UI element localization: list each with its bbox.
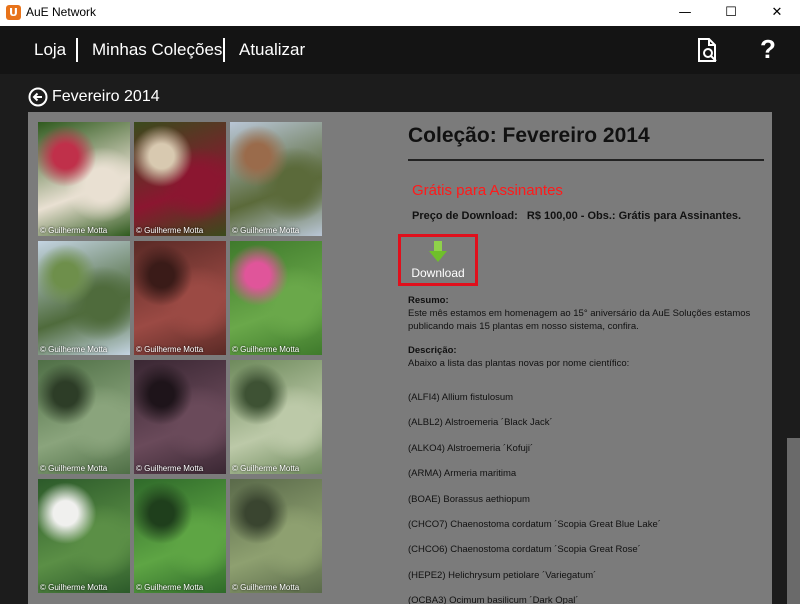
nav-separator bbox=[223, 38, 225, 62]
plant-list-item: (ARMA) Armeria maritima bbox=[408, 468, 517, 480]
photo-credit: © Guilherme Motta bbox=[136, 226, 204, 235]
photo-credit: © Guilherme Motta bbox=[40, 583, 108, 592]
thumb-basil-dark[interactable]: © Guilherme Motta bbox=[134, 360, 226, 474]
thumb-white-blossoms[interactable]: © Guilherme Motta bbox=[38, 479, 130, 593]
thumb-green-ground[interactable]: © Guilherme Motta bbox=[134, 479, 226, 593]
nav-separator bbox=[76, 38, 78, 62]
plant-list-item: (ALBL2) Alstroemeria ´Black Jack´ bbox=[408, 417, 553, 429]
close-icon[interactable]: ✕ bbox=[754, 0, 800, 26]
window-title: AuE Network bbox=[26, 5, 97, 19]
photo-credit: © Guilherme Motta bbox=[136, 464, 204, 473]
description-heading: Descrição: bbox=[408, 345, 457, 356]
download-label: Download bbox=[411, 266, 465, 280]
photo-credit: © Guilherme Motta bbox=[40, 226, 108, 235]
thumb-sage-green[interactable]: © Guilherme Motta bbox=[38, 360, 130, 474]
photo-credit: © Guilherme Motta bbox=[232, 226, 300, 235]
summary-text: Este mês estamos em homenagem ao 15° ani… bbox=[408, 308, 751, 332]
scrollbar-thumb[interactable] bbox=[787, 438, 800, 604]
maximize-icon[interactable]: ☐ bbox=[708, 0, 754, 26]
price-value: R$ 100,00 - Obs.: Grátis para Assinantes… bbox=[526, 210, 742, 222]
price-label: Preço de Download: bbox=[412, 210, 518, 222]
free-for-subscribers-label: Grátis para Assinantes bbox=[412, 182, 563, 199]
back-arrow-icon[interactable] bbox=[28, 87, 48, 111]
plant-list-item: (BOAE) Borassus aethiopum bbox=[408, 493, 530, 505]
nav-loja[interactable]: Loja bbox=[34, 40, 66, 60]
collection-title: Coleção: Fevereiro 2014 bbox=[408, 124, 650, 147]
photo-credit: © Guilherme Motta bbox=[40, 345, 108, 354]
download-arrow-icon bbox=[429, 241, 447, 267]
nav-minhas-colecoes[interactable]: Minhas Coleções bbox=[92, 40, 222, 60]
photo-credit: © Guilherme Motta bbox=[40, 464, 108, 473]
photo-credit: © Guilherme Motta bbox=[232, 345, 300, 354]
plant-list-item: (OCBA3) Ocimum basilicum ´Dark Opal´ bbox=[408, 595, 579, 604]
collection-info: Coleção: Fevereiro 2014 Grátis para Assi… bbox=[398, 122, 768, 604]
window-titlebar: U AuE Network — ☐ ✕ bbox=[0, 0, 800, 26]
plant-list-item: (CHCO6) Chaenostoma cordatum ´Scopia Gre… bbox=[408, 544, 641, 556]
description-section: Descrição: Abaixo a lista das plantas no… bbox=[408, 344, 764, 370]
document-search-icon[interactable] bbox=[696, 37, 720, 67]
photo-credit: © Guilherme Motta bbox=[232, 464, 300, 473]
top-navigation: Loja Minhas Coleções Atualizar ? bbox=[0, 26, 800, 74]
aue-logo-icon: U bbox=[6, 5, 21, 20]
thumb-alstroemeria-white[interactable]: © Guilherme Motta bbox=[38, 122, 130, 236]
summary-heading: Resumo: bbox=[408, 295, 449, 306]
photo-credit: © Guilherme Motta bbox=[232, 583, 300, 592]
main-content: Fevereiro 2014 © Guilherme Motta © Guilhe… bbox=[0, 74, 800, 604]
plant-list-item: (CHCO7) Chaenostoma cordatum ´Scopia Gre… bbox=[408, 519, 661, 530]
minimize-icon[interactable]: — bbox=[662, 0, 708, 26]
plant-list-item: (ALFI4) Allium fistulosum bbox=[408, 392, 514, 403]
thumb-alstroemeria-red[interactable]: © Guilherme Motta bbox=[134, 122, 226, 236]
thumb-armeria[interactable]: © Guilherme Motta bbox=[230, 241, 322, 355]
page-title: Fevereiro 2014 bbox=[52, 88, 160, 105]
download-price: Preço de Download: R$ 100,00 - Obs.: Grá… bbox=[412, 210, 741, 222]
nav-atualizar[interactable]: Atualizar bbox=[239, 40, 305, 60]
plant-list-item: (ALKO4) Alstroemeria ´Kofuji´ bbox=[408, 442, 534, 454]
summary-section: Resumo: Este mês estamos em homenagem ao… bbox=[408, 294, 764, 333]
thumb-helichrysum[interactable]: © Guilherme Motta bbox=[230, 360, 322, 474]
photo-credit: © Guilherme Motta bbox=[136, 583, 204, 592]
thumb-palm-courtyard[interactable]: © Guilherme Motta bbox=[230, 122, 322, 236]
thumb-tall-grass[interactable]: © Guilherme Motta bbox=[230, 479, 322, 593]
description-text: Abaixo a lista das plantas novas por nom… bbox=[408, 358, 630, 369]
collection-panel: © Guilherme Motta © Guilherme Motta © Guil… bbox=[28, 112, 772, 604]
plant-list-item: (HEPE2) Helichrysum petiolare ´Variegatu… bbox=[408, 569, 597, 581]
thumb-red-grass[interactable]: © Guilherme Motta bbox=[134, 241, 226, 355]
help-icon[interactable]: ? bbox=[760, 34, 776, 65]
thumb-borassus-palm[interactable]: © Guilherme Motta bbox=[38, 241, 130, 355]
title-divider bbox=[408, 159, 764, 161]
download-button[interactable]: Download bbox=[398, 234, 478, 286]
photo-credit: © Guilherme Motta bbox=[136, 345, 204, 354]
